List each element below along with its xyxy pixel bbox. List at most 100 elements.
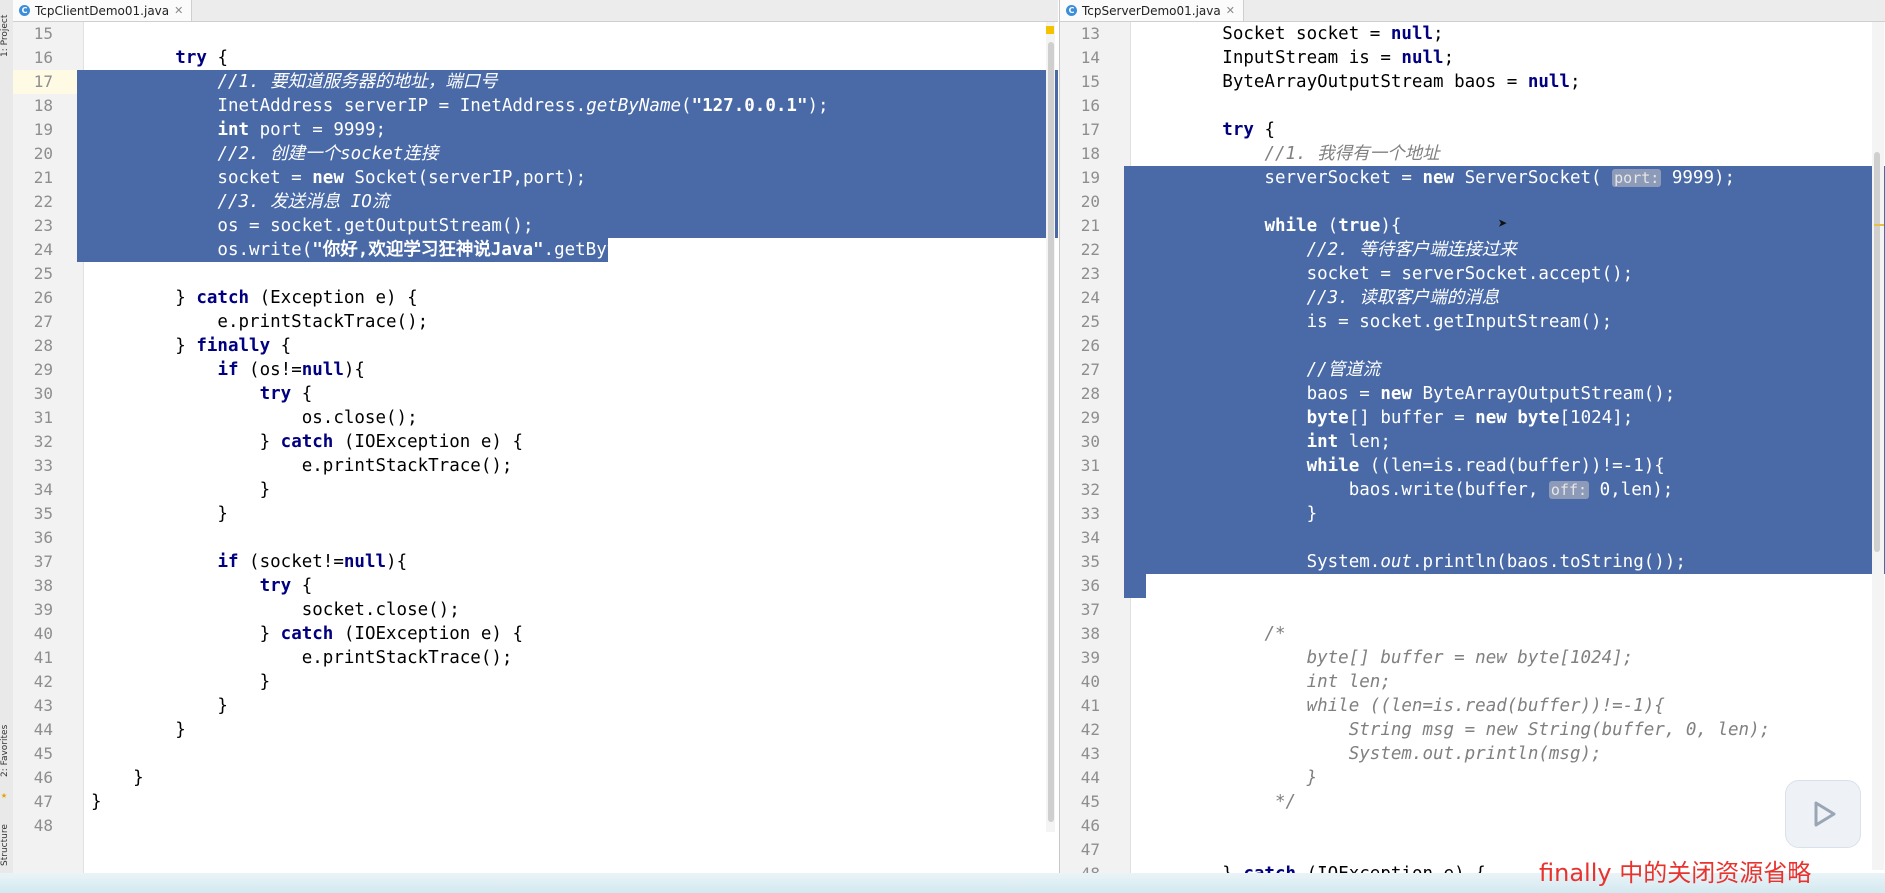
code-line[interactable]: 35 System.out.println(baos.toString()); [1060,550,1885,574]
code-line[interactable]: 35 } [13,502,1058,526]
code-line[interactable]: 37 if (socket!=null){ [13,550,1058,574]
code-line[interactable]: 40 } catch (IOException e) { [13,622,1058,646]
tab-tcp-server[interactable]: C TcpServerDemo01.java ✕ [1060,0,1244,21]
code-line[interactable]: 34 } [13,478,1058,502]
code-line[interactable]: 25 is = socket.getInputStream(); [1060,310,1885,334]
code-text: byte[] buffer = new byte[1024]; [1306,648,1634,668]
code-line[interactable]: 42 } [13,670,1058,694]
code-text: } catch (IOException e) { [91,624,523,644]
code-line[interactable]: 15 [13,22,1058,46]
play-button[interactable] [1785,780,1861,848]
code-text: //3. 发送消息 IO流 [217,192,390,212]
code-line[interactable]: 44 } [1060,766,1885,790]
code-line[interactable]: 20 [1060,190,1885,214]
line-number: 30 [1080,432,1100,451]
code-line[interactable]: 28 baos = new ByteArrayOutputStream(); [1060,382,1885,406]
code-line[interactable]: 39 socket.close(); [13,598,1058,622]
code-line[interactable]: 22 //3. 发送消息 IO流 [13,190,1058,214]
vertical-scrollbar[interactable] [1872,22,1884,870]
code-line[interactable]: 27 //管道流 [1060,358,1885,382]
line-number: 31 [33,408,53,427]
code-line[interactable]: 23 os = socket.getOutputStream(); [13,214,1058,238]
project-tool-button[interactable]: 1: Project [0,0,13,72]
code-line[interactable]: 42 String msg = new String(buffer, 0, le… [1060,718,1885,742]
code-editor[interactable]: 13 Socket socket = null; 14 InputStream i… [1060,22,1885,886]
close-icon[interactable]: ✕ [174,4,183,17]
code-editor[interactable]: 15 16 try {17 //1. 要知道服务器的地址，端口号 18 InetAd… [13,22,1058,838]
code-line[interactable]: 18 InetAddress serverIP = InetAddress.ge… [13,94,1058,118]
code-line[interactable]: 45 [13,742,1058,766]
code-line[interactable]: 39 byte[] buffer = new byte[1024]; [1060,646,1885,670]
code-line[interactable]: 38 /* [1060,622,1885,646]
code-line[interactable]: 40 int len; [1060,670,1885,694]
change-marker[interactable] [1874,224,1884,226]
code-line[interactable]: 24 os.write("你好,欢迎学习狂神说Java".getBytes())… [13,238,1058,262]
code-line[interactable]: 22 //2. 等待客户端连接过来 [1060,238,1885,262]
favorites-tool-button[interactable]: 2: Favorites [0,716,13,786]
line-number: 37 [1080,600,1100,619]
code-line[interactable]: 26 } catch (Exception e) { [13,286,1058,310]
code-line[interactable]: 43 } [13,694,1058,718]
code-line[interactable]: 16 try { [13,46,1058,70]
line-number: 23 [1080,264,1100,283]
code-line[interactable]: 29 if (os!=null){ [13,358,1058,382]
code-line[interactable]: 44 } [13,718,1058,742]
code-line[interactable]: 31 os.close(); [13,406,1058,430]
code-text: try { [1222,120,1275,140]
code-line[interactable]: 32 baos.write(buffer, off: 0,len); [1060,478,1885,502]
code-line[interactable]: 19 int port = 9999; [13,118,1058,142]
vertical-scrollbar[interactable] [1046,22,1055,832]
close-icon[interactable]: ✕ [1226,4,1235,17]
code-line[interactable]: 36 [13,526,1058,550]
code-line[interactable]: 21 while (true){ [1060,214,1885,238]
code-line[interactable]: 17 try { [1060,118,1885,142]
code-line[interactable]: 36 } [1060,574,1885,598]
code-line[interactable]: 38 try { [13,574,1058,598]
scrollbar-thumb[interactable] [1048,42,1054,822]
code-line[interactable]: 16 [1060,94,1885,118]
line-number: 35 [1080,552,1100,571]
code-line[interactable]: 14 InputStream is = null; [1060,46,1885,70]
scrollbar-thumb[interactable] [1874,152,1880,552]
code-line[interactable]: 15 ByteArrayOutputStream baos = null; [1060,70,1885,94]
code-line[interactable]: 45 */ [1060,790,1885,814]
structure-tool-button[interactable]: Structure [0,812,13,878]
warning-marker[interactable] [1046,26,1054,34]
code-line[interactable]: 24 //3. 读取客户端的消息 [1060,286,1885,310]
code-line[interactable]: 46 [1060,814,1885,838]
code-line[interactable]: 19 serverSocket = new ServerSocket( port… [1060,166,1885,190]
code-line[interactable]: 34 [1060,526,1885,550]
code-line[interactable]: 23 socket = serverSocket.accept(); [1060,262,1885,286]
code-line[interactable]: 21 socket = new Socket(serverIP,port); [13,166,1058,190]
code-line[interactable]: 28 } finally { [13,334,1058,358]
line-number: 29 [1080,408,1100,427]
code-line[interactable]: 27 e.printStackTrace(); [13,310,1058,334]
code-line[interactable]: 41 e.printStackTrace(); [13,646,1058,670]
code-line[interactable]: 33 e.printStackTrace(); [13,454,1058,478]
code-text: os.close(); [91,408,418,428]
code-line[interactable]: 37 [1060,598,1885,622]
code-line[interactable]: 30 int len; [1060,430,1885,454]
code-text: if (os!=null){ [217,360,365,380]
code-line[interactable]: 47} [13,790,1058,814]
code-line[interactable]: 20 //2. 创建一个socket连接 [13,142,1058,166]
code-line[interactable]: 33 } [1060,502,1885,526]
code-line[interactable]: 31 while ((len=is.read(buffer))!=-1){ [1060,454,1885,478]
code-line[interactable]: 32 } catch (IOException e) { [13,430,1058,454]
code-line[interactable]: 13 Socket socket = null; [1060,22,1885,46]
code-line[interactable]: 17 //1. 要知道服务器的地址，端口号 [13,70,1058,94]
code-line[interactable]: 18 //1. 我得有一个地址 [1060,142,1885,166]
code-line[interactable]: 46 } [13,766,1058,790]
code-line[interactable]: 26 [1060,334,1885,358]
line-number: 37 [33,552,53,571]
code-line[interactable]: 29 byte[] buffer = new byte[1024]; [1060,406,1885,430]
line-number: 17 [33,72,53,91]
line-number: 47 [1080,840,1100,859]
code-line[interactable]: 43 System.out.println(msg); [1060,742,1885,766]
code-line[interactable]: 25 [13,262,1058,286]
code-line[interactable]: 41 while ((len=is.read(buffer))!=-1){ [1060,694,1885,718]
code-line[interactable]: 30 try { [13,382,1058,406]
code-line[interactable]: 48 [13,814,1058,838]
tab-tcp-client[interactable]: C TcpClientDemo01.java ✕ [13,0,193,21]
line-number: 15 [33,24,53,43]
